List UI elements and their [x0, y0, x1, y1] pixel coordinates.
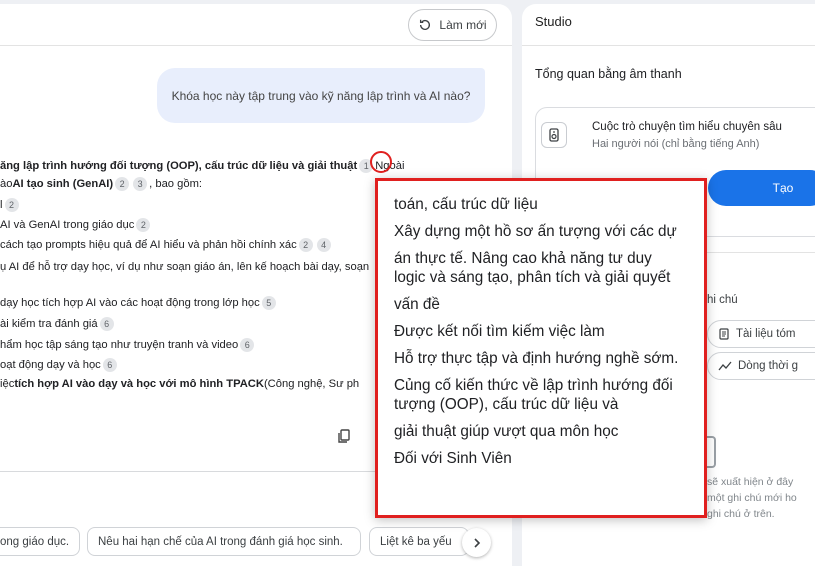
citation-source-line: toán, cấu trúc dữ liệu — [394, 196, 538, 213]
answer-text: cách tạo prompts hiệu quả để AI hiểu và … — [0, 239, 297, 251]
empty-notes-text: ghi chú ở trên. — [707, 508, 775, 520]
answer-line: ụ AI để hỗ trợ dạy học, ví dụ như soạn g… — [0, 261, 369, 273]
study-guide-button[interactable]: Tài liệu tóm — [707, 320, 815, 348]
answer-text: ài kiểm tra đánh giá — [0, 318, 98, 330]
refresh-icon — [420, 19, 431, 30]
answer-line: l2 — [0, 198, 21, 212]
user-message-text: Khóa học này tập trung vào kỹ năng lập t… — [171, 88, 471, 103]
citation-marker[interactable]: 2 — [115, 177, 130, 191]
answer-text: AI và GenAI trong giáo dục — [0, 219, 135, 231]
answer-line: cách tạo prompts hiệu quả để AI hiểu và … — [0, 238, 333, 252]
timeline-icon — [718, 361, 732, 371]
answer-text: oạt động dạy và học — [0, 359, 101, 371]
suggestion-chips: ong giáo dục. Nêu hai hạn chế của AI tro… — [0, 527, 512, 557]
citation-source-line: Hỗ trợ thực tập và định hướng nghề sớm. — [394, 350, 679, 367]
answer-line: ăng lập trình hướng đối tượng (OOP), cấu… — [0, 159, 404, 173]
answer-line: oạt động dạy và học 6 — [0, 358, 119, 372]
citation-marker[interactable]: 2 — [4, 198, 19, 212]
refresh-button[interactable]: Làm mới — [408, 9, 497, 41]
answer-text: iệc — [0, 378, 15, 390]
citation-marker[interactable]: 3 — [133, 177, 148, 191]
document-icon — [719, 328, 729, 340]
citation-marker[interactable]: 4 — [316, 238, 331, 252]
citation-source-line: vấn đề — [394, 296, 440, 313]
answer-text: (Công nghệ, Sư ph — [263, 378, 360, 390]
answer-line: hẩm học tập sáng tạo như truyện tranh và… — [0, 338, 256, 352]
citation-marker[interactable]: 2 — [298, 238, 313, 252]
citation-source-line: Đối với Sinh Viên — [394, 450, 512, 467]
citation-source-line: án thực tế. Nâng cao khả năng tư duy log… — [394, 250, 671, 286]
answer-line: dạy học tích hợp AI vào các hoạt động tr… — [0, 296, 278, 310]
citation-marker[interactable]: 6 — [102, 358, 117, 372]
answer-line: ào AI tạo sinh (GenAI) 2 3, bao gồm: — [0, 177, 202, 191]
citation-source-line: Được kết nối tìm kiếm việc làm — [394, 323, 605, 340]
citation-highlight — [370, 151, 392, 173]
answer-text: ào — [0, 178, 13, 190]
citation-source-line: giải thuật giúp vượt qua môn học — [394, 423, 619, 440]
answer-text: , bao gồm: — [149, 178, 203, 190]
generate-button[interactable]: Tạo — [708, 170, 815, 206]
answer-line: ài kiểm tra đánh giá 6 — [0, 317, 116, 331]
answer-bold-text: AI tạo sinh (GenAI) — [12, 178, 114, 190]
speaker-icon — [541, 122, 567, 148]
answer-text: l — [0, 199, 3, 211]
answer-line: iệc tích hợp AI vào dạy và học với mô hì… — [0, 378, 359, 390]
refresh-label: Làm mới — [439, 18, 487, 32]
add-note-button[interactable]: hi chú — [707, 294, 738, 306]
citation-marker[interactable]: 6 — [240, 338, 255, 352]
studio-title: Studio — [535, 14, 572, 29]
timeline-button[interactable]: Dòng thời g — [707, 352, 815, 380]
citation-source-text: toán, cấu trúc dữ liệu Xây dựng một hồ sơ… — [394, 195, 684, 476]
citation-source-line: Xây dựng một hồ sơ ấn tượng với các dự — [394, 223, 677, 240]
answer-bold-text: tích hợp AI vào dạy và học với mô hình T… — [14, 378, 264, 390]
answer-text: hẩm học tập sáng tạo như truyện tranh và… — [0, 339, 239, 351]
answer-text: dạy học tích hợp AI vào các hoạt động tr… — [0, 297, 260, 309]
empty-notes-text: sẽ xuất hiện ở đây — [707, 476, 794, 488]
suggestion-chip[interactable]: ong giáo dục. — [0, 527, 80, 556]
citation-marker[interactable]: 5 — [261, 296, 276, 310]
citation-marker[interactable]: 2 — [136, 218, 151, 232]
empty-notes-text: một ghi chú mới ho — [707, 492, 797, 504]
citation-source-line: Củng cố kiến thức về lập trình hướng đối… — [394, 377, 673, 413]
audio-overview-title: Tổng quan bằng âm thanh — [535, 67, 682, 81]
audio-card-title: Cuộc trò chuyện tìm hiểu chuyên sâu — [592, 121, 782, 133]
suggestion-chip[interactable]: Nêu hai hạn chế của AI trong đánh giá họ… — [87, 527, 361, 556]
suggestion-chip[interactable]: Liệt kê ba yếu — [369, 527, 469, 556]
answer-line: AI và GenAI trong giáo dục 2 — [0, 218, 152, 232]
chips-next-button[interactable] — [462, 528, 491, 557]
studio-divider — [522, 45, 815, 46]
user-message: Khóa học này tập trung vào kỹ năng lập t… — [157, 68, 485, 123]
chevron-right-icon — [473, 537, 480, 548]
citation-marker[interactable]: 6 — [99, 317, 114, 331]
audio-card-subtitle: Hai người nói (chỉ bằng tiếng Anh) — [592, 138, 760, 150]
answer-text: ụ AI để hỗ trợ dạy học, ví dụ như soạn g… — [0, 261, 370, 273]
copy-icon[interactable] — [336, 428, 352, 444]
header-divider — [0, 45, 512, 46]
answer-bold-text: ăng lập trình hướng đối tượng (OOP), cấu… — [0, 160, 358, 172]
citation-popup: toán, cấu trúc dữ liệu Xây dựng một hồ sơ… — [375, 178, 707, 518]
